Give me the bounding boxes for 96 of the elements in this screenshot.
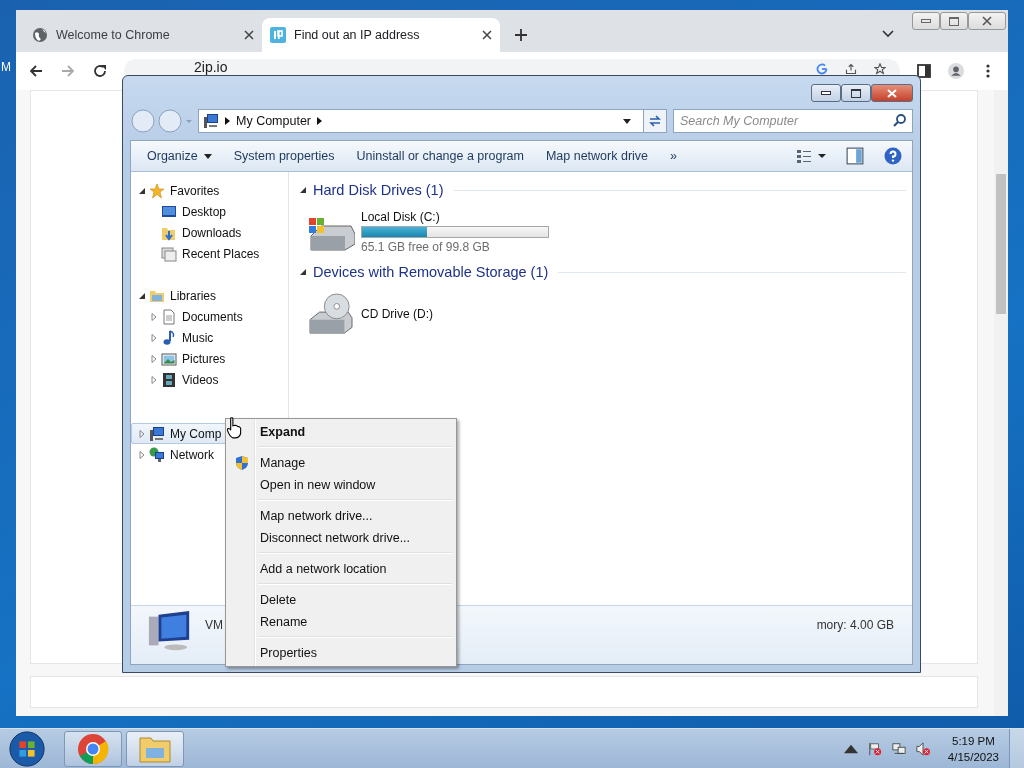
nav-item[interactable]: Documents [131, 306, 286, 327]
group-header[interactable]: Devices with Removable Storage (1) [313, 264, 549, 280]
flag-error-icon[interactable] [867, 741, 882, 756]
collapsed-arrow-icon[interactable] [150, 312, 158, 321]
globe-icon [32, 27, 48, 43]
star-icon [149, 182, 165, 199]
close-button[interactable] [871, 84, 913, 102]
nav-item[interactable]: Recent Places [131, 243, 286, 264]
back-icon[interactable] [28, 63, 44, 79]
scrollbar[interactable] [994, 90, 1008, 716]
g-logo-icon[interactable] [816, 63, 828, 75]
collapsed-arrow-icon[interactable] [150, 375, 158, 384]
memory-label: mory: 4.00 GB [816, 618, 894, 632]
bookmark-star-icon[interactable] [874, 63, 886, 75]
computer-icon [149, 425, 165, 442]
search-icon [892, 113, 908, 129]
browser-tab[interactable]: Find out an IP address [262, 18, 500, 52]
tab-search-caret-icon[interactable] [882, 30, 894, 38]
close-icon [982, 16, 992, 26]
film-icon [161, 371, 177, 388]
chevron-icon[interactable] [317, 117, 323, 125]
close-icon [887, 88, 897, 98]
command-button[interactable]: System properties [225, 145, 343, 167]
help-icon[interactable] [884, 147, 902, 165]
new-tab-icon[interactable] [514, 28, 528, 42]
view-options-icon[interactable] [796, 148, 826, 164]
chevron-icon[interactable] [225, 117, 230, 125]
desktop-icon-label: M [1, 60, 11, 74]
address-bar[interactable]: My Computer [198, 109, 667, 133]
caret-icon[interactable] [623, 118, 631, 124]
music-note-icon [161, 329, 177, 346]
refresh-icon [648, 114, 662, 128]
clock[interactable]: 5:19 PM 4/15/2023 [947, 732, 999, 765]
expanded-arrow-icon[interactable] [299, 268, 307, 276]
share-icon[interactable] [845, 63, 857, 75]
menu-item[interactable]: Manage [228, 452, 454, 474]
search-field[interactable]: Search My Computer [673, 109, 913, 133]
close-icon[interactable] [244, 30, 254, 40]
collapsed-arrow-icon[interactable] [138, 429, 146, 438]
browser-tab[interactable]: Welcome to Chrome [24, 18, 262, 52]
command-button[interactable]: Organize [139, 145, 220, 167]
network-icon[interactable] [891, 741, 906, 756]
preview-pane-icon[interactable] [846, 147, 864, 165]
site-logo-icon [270, 27, 286, 43]
drive-item[interactable]: CD Drive (D:) [299, 284, 567, 342]
speaker-muted-icon[interactable] [915, 741, 930, 756]
reload-icon[interactable] [92, 63, 108, 79]
cd-drive-icon [307, 293, 355, 335]
menu-item[interactable]: Map network drive... [228, 505, 454, 527]
picture-icon [161, 350, 177, 367]
side-panel-icon[interactable] [916, 63, 932, 79]
nav-item[interactable]: Music [131, 327, 286, 348]
taskbar-button[interactable] [64, 730, 122, 767]
expanded-arrow-icon[interactable] [138, 186, 146, 195]
expanded-arrow-icon[interactable] [138, 291, 146, 300]
menu-item[interactable]: Disconnect network drive... [228, 527, 454, 549]
breadcrumb[interactable]: My Computer [236, 114, 312, 128]
maximize-button[interactable] [940, 12, 968, 30]
drive-item[interactable]: Local Disk (C:) 65.1 GB free of 99.8 GB [299, 202, 567, 260]
computer-name: VM [205, 618, 223, 632]
command-button[interactable]: Map network drive [537, 145, 657, 167]
address-bar[interactable]: 2ip.io [124, 59, 900, 75]
nav-item[interactable]: Favorites [131, 180, 286, 201]
collapsed-arrow-icon[interactable] [150, 333, 158, 342]
profile-icon[interactable] [948, 63, 964, 79]
nav-item[interactable]: Videos [131, 369, 286, 390]
start-button[interactable] [8, 729, 46, 768]
command-button[interactable]: Uninstall or change a program [348, 145, 532, 167]
caret-icon [203, 153, 212, 159]
menu-item[interactable]: Open in new window [228, 474, 454, 496]
close-button[interactable] [968, 12, 1006, 30]
expanded-arrow-icon[interactable] [299, 186, 307, 194]
taskbar-button[interactable] [126, 730, 184, 767]
menu-item[interactable]: Properties [228, 642, 454, 664]
menu-item[interactable]: Rename [228, 611, 454, 633]
network-icon [149, 446, 165, 463]
overflow-button[interactable]: » [662, 145, 685, 167]
nav-item[interactable]: Downloads [131, 222, 286, 243]
collapsed-arrow-icon[interactable] [150, 354, 158, 363]
minimize-button[interactable] [811, 84, 841, 102]
document-icon [161, 308, 177, 325]
nav-item[interactable]: Libraries [131, 285, 286, 306]
maximize-button[interactable] [841, 84, 871, 102]
hand-cursor-icon [226, 417, 242, 439]
recent-places-icon [161, 245, 177, 262]
nav-item[interactable]: Desktop [131, 201, 286, 222]
menu-item[interactable]: Add a network location [228, 558, 454, 580]
group-header[interactable]: Hard Disk Drives (1) [313, 182, 444, 198]
menu-item[interactable]: Delete [228, 589, 454, 611]
chrome-logo-icon [77, 732, 109, 765]
collapsed-arrow-icon[interactable] [138, 450, 146, 459]
desktop-icon [161, 203, 177, 220]
computer-icon [203, 113, 219, 129]
nav-item[interactable]: Pictures [131, 348, 286, 369]
refresh-button[interactable] [643, 110, 666, 132]
close-icon[interactable] [482, 30, 492, 40]
